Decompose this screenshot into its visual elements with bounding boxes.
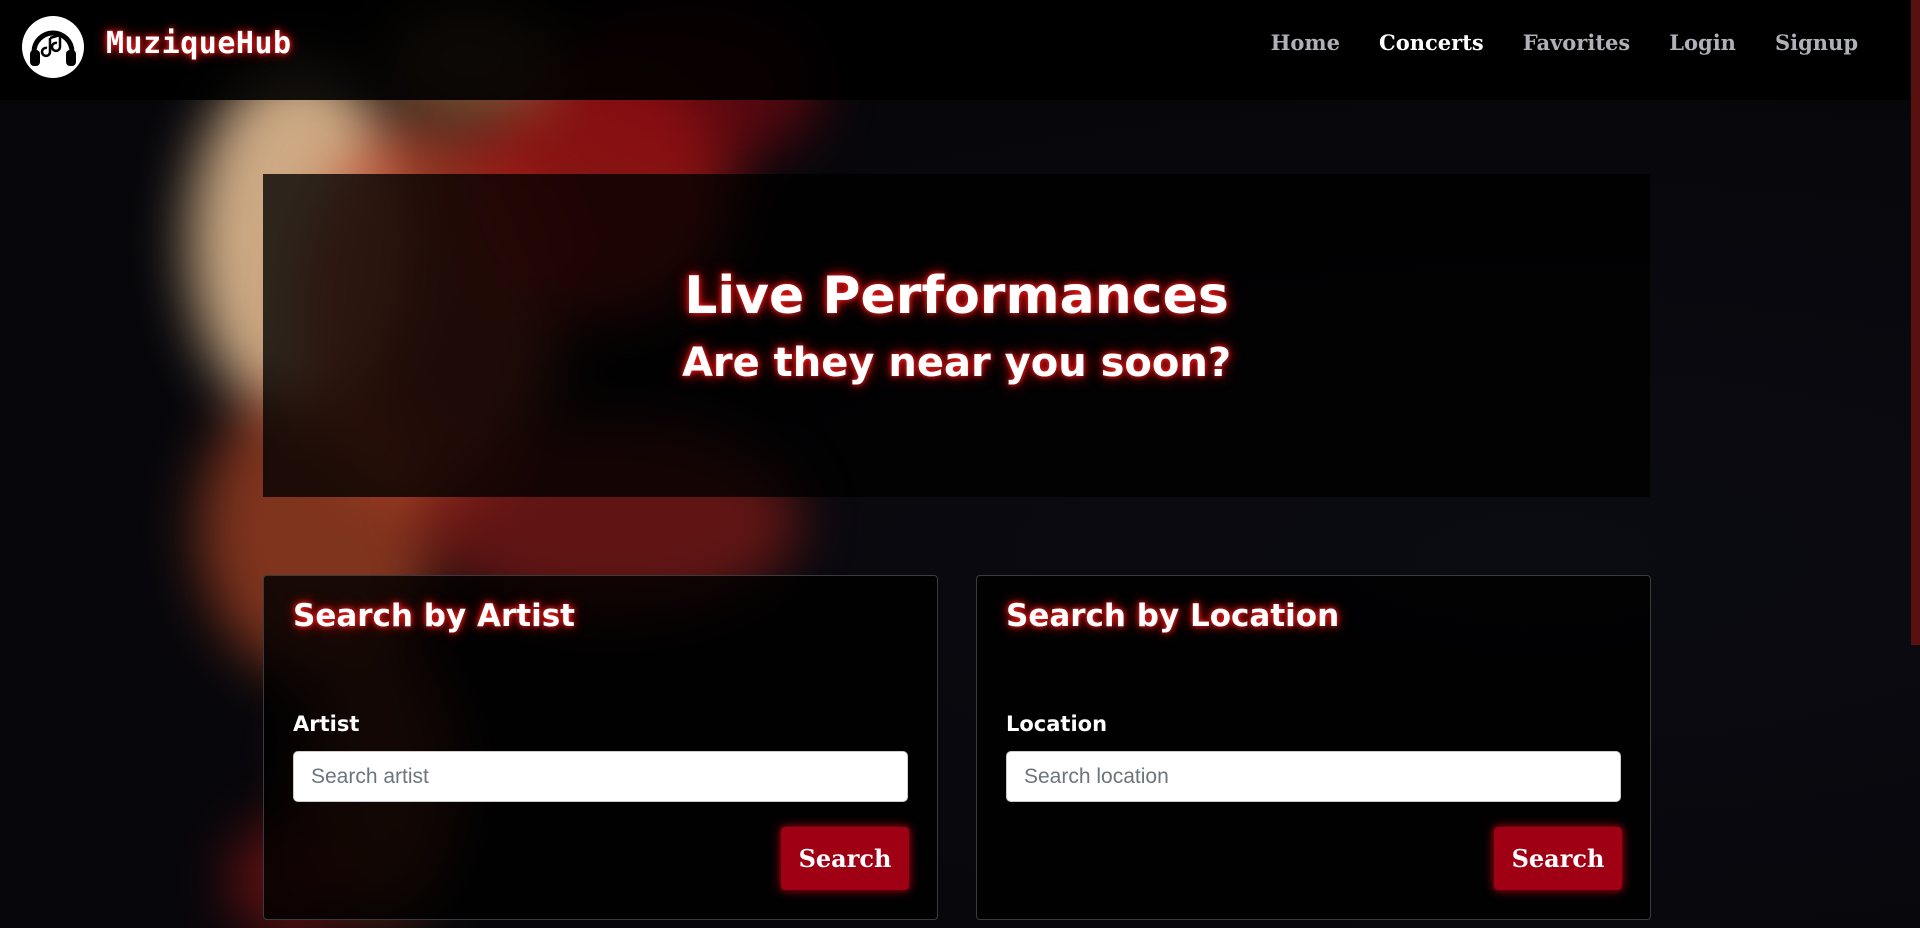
hero-banner: Live Performances Are they near you soon… — [263, 174, 1650, 497]
main-nav: Home Concerts Favorites Login Signup — [1271, 30, 1858, 55]
hero-title: Live Performances — [684, 266, 1229, 326]
location-search-title: Search by Location — [1006, 598, 1340, 634]
nav-favorites[interactable]: Favorites — [1523, 30, 1631, 55]
brand-name[interactable]: MuziqueHub — [106, 26, 292, 61]
location-search-card: Search by Location Location Search — [976, 575, 1651, 920]
artist-search-button[interactable]: Search — [781, 827, 909, 890]
nav-concerts[interactable]: Concerts — [1379, 30, 1484, 55]
location-search-button[interactable]: Search — [1494, 827, 1622, 890]
artist-search-input[interactable] — [293, 751, 908, 802]
artist-label: Artist — [293, 712, 360, 736]
nav-login[interactable]: Login — [1669, 30, 1736, 55]
headphones-music-icon[interactable] — [20, 14, 86, 80]
nav-home[interactable]: Home — [1271, 30, 1340, 55]
location-search-input[interactable] — [1006, 751, 1621, 802]
scrollbar[interactable] — [1911, 0, 1920, 645]
artist-search-card: Search by Artist Artist Search — [263, 575, 938, 920]
location-label: Location — [1006, 712, 1108, 736]
nav-signup[interactable]: Signup — [1775, 30, 1858, 55]
hero-subtitle: Are they near you soon? — [681, 340, 1232, 386]
artist-search-title: Search by Artist — [293, 598, 575, 634]
navbar: MuziqueHub Home Concerts Favorites Login… — [0, 0, 1920, 100]
